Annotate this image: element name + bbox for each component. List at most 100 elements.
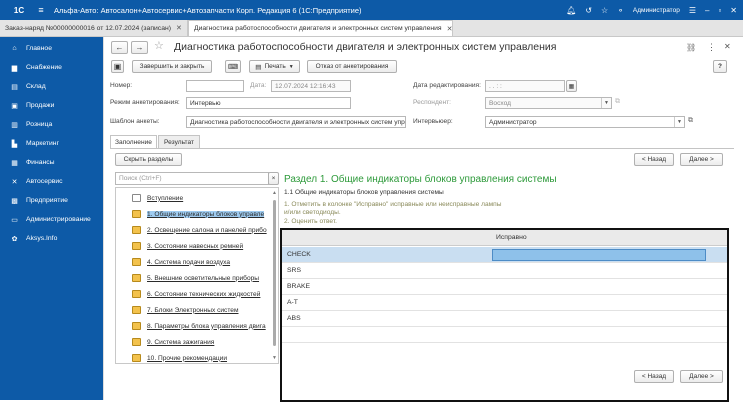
minimize-icon[interactable]: – bbox=[705, 6, 709, 15]
more-icon[interactable]: ⋮ bbox=[707, 42, 716, 53]
number-field[interactable] bbox=[186, 80, 244, 92]
selected-cell[interactable] bbox=[492, 249, 706, 261]
tab-result[interactable]: Результат bbox=[158, 135, 200, 148]
row-label: ABS bbox=[287, 315, 301, 322]
list-item[interactable]: 4. Система подачи воздуха bbox=[116, 254, 270, 270]
date-field: 12.07.2024 12:16:43 bbox=[271, 80, 351, 92]
template-field[interactable]: Диагностика работоспособности двигателя … bbox=[186, 116, 406, 128]
section-label: 4. Система подачи воздуха bbox=[147, 258, 231, 266]
sidebar-item-autoservice[interactable]: ✕ Автосервис bbox=[0, 172, 103, 191]
sidebar-item-enterprise[interactable]: ▩ Предприятие bbox=[0, 191, 103, 210]
settings-icon[interactable]: ☰ bbox=[689, 6, 696, 15]
folder-icon bbox=[132, 274, 141, 282]
scroll-up-icon[interactable]: ▲ bbox=[272, 190, 277, 196]
list-item[interactable]: 3. Состояние навесных ремней bbox=[116, 238, 270, 254]
tab-diagnostics[interactable]: Диагностика работоспособности двигателя … bbox=[188, 20, 453, 36]
close-tab-icon[interactable]: ✕ bbox=[176, 24, 182, 32]
sidebar-item-main[interactable]: ⌂ Главное bbox=[0, 39, 103, 58]
forward-nav-button-bottom[interactable]: Далее > bbox=[680, 370, 723, 383]
printer-icon: ▤ bbox=[255, 63, 262, 71]
close-form-icon[interactable]: ✕ bbox=[724, 42, 731, 51]
collapse-sections-button[interactable]: Скрыть разделы bbox=[115, 153, 182, 166]
mode-field[interactable]: Интервью bbox=[186, 97, 351, 109]
help-button[interactable]: ? bbox=[713, 60, 727, 73]
back-nav-button[interactable]: < Назад bbox=[634, 153, 674, 166]
forward-button[interactable]: → bbox=[131, 41, 148, 54]
edit-date-field[interactable]: . . : : bbox=[485, 80, 565, 92]
sidebar-item-aksys[interactable]: ✿ Aksys.Info bbox=[0, 229, 103, 248]
sidebar-item-warehouse[interactable]: ▤ Склад bbox=[0, 77, 103, 96]
sidebar-item-label: Предприятие bbox=[26, 197, 68, 204]
history-icon[interactable]: ↺ bbox=[585, 6, 592, 15]
forward-nav-button[interactable]: Далее > bbox=[680, 153, 723, 166]
print-button[interactable]: ▤ Печать ▼ bbox=[249, 60, 300, 73]
list-item[interactable]: 2. Освещение салона и панелей прибо bbox=[116, 222, 270, 238]
template-label: Шаблон анкеты: bbox=[110, 118, 160, 125]
menu-icon[interactable]: ≡ bbox=[34, 5, 48, 15]
close-icon[interactable]: ✕ bbox=[730, 6, 737, 15]
sidebar-item-label: Склад bbox=[26, 83, 46, 90]
section-label: 5. Внешние осветительные приборы bbox=[147, 274, 260, 282]
keyboard-icon[interactable]: ⌨ bbox=[225, 60, 241, 73]
tab-label: Диагностика работоспособности двигателя … bbox=[194, 25, 442, 32]
folder-icon bbox=[132, 306, 141, 314]
table-row[interactable]: CHECK bbox=[282, 247, 727, 263]
table-row[interactable]: BRAKE bbox=[282, 279, 727, 295]
title-bar: 1С ≡ Альфа-Авто: Автосалон+Автосервис+Ав… bbox=[0, 0, 743, 20]
link-icon[interactable]: ⛓ bbox=[686, 43, 696, 52]
star-icon[interactable]: ☆ bbox=[601, 6, 608, 15]
sidebar-item-administration[interactable]: ▭ Администрирование bbox=[0, 210, 103, 229]
back-button[interactable]: ← bbox=[111, 41, 128, 54]
list-item[interactable]: 6. Состояние технических жидкостей bbox=[116, 286, 270, 302]
folder-icon bbox=[132, 338, 141, 346]
favorite-icon[interactable]: ☆ bbox=[154, 39, 164, 52]
calendar-icon[interactable]: ▦ bbox=[566, 80, 577, 92]
table-row[interactable]: A-T bbox=[282, 295, 727, 311]
folder-icon bbox=[132, 242, 141, 250]
list-item[interactable]: Вступление bbox=[116, 190, 270, 206]
list-item[interactable]: 8. Параметры блока управления двига bbox=[116, 318, 270, 334]
search-input[interactable]: Поиск (Ctrl+F) bbox=[115, 172, 269, 185]
list-item[interactable]: 1. Общие индикаторы блоков управле bbox=[116, 206, 270, 222]
sidebar-item-sales[interactable]: ▣ Продажи bbox=[0, 96, 103, 115]
list-item[interactable]: 7. Блоки Электронных систем bbox=[116, 302, 270, 318]
save-close-button[interactable]: Завершить и закрыть bbox=[132, 60, 212, 73]
enterprise-icon: ▩ bbox=[11, 197, 18, 205]
sidebar-item-supply[interactable]: ▆ Снабжение bbox=[0, 58, 103, 77]
dropdown-icon[interactable]: ▼ bbox=[674, 117, 684, 127]
sidebar-item-retail[interactable]: ▥ Розница bbox=[0, 115, 103, 134]
wrench-icon: ✕ bbox=[11, 178, 18, 186]
list-item[interactable]: 10. Прочие рекомендации bbox=[116, 350, 270, 363]
sidebar-item-finance[interactable]: ▦ Финансы bbox=[0, 153, 103, 172]
folder-icon bbox=[132, 290, 141, 298]
table-row-empty bbox=[282, 327, 727, 343]
close-tab-icon[interactable]: ✕ bbox=[447, 25, 453, 33]
user-icon[interactable]: ⚬ bbox=[617, 6, 624, 15]
open-icon[interactable]: ⧉ bbox=[688, 117, 693, 125]
maximize-icon[interactable]: ▫ bbox=[718, 6, 721, 15]
table-row[interactable]: ABS bbox=[282, 311, 727, 327]
section-label: Вступление bbox=[147, 194, 184, 202]
clear-search-button[interactable]: × bbox=[268, 172, 279, 185]
scroll-thumb[interactable] bbox=[273, 200, 276, 346]
open-icon: ⧉ bbox=[615, 98, 620, 105]
refuse-survey-button[interactable]: Отказ от анкетирования bbox=[307, 60, 397, 73]
tab-order[interactable]: Заказ-наряд №00000000016 от 12.07.2024 (… bbox=[0, 20, 188, 36]
table-row[interactable]: SRS bbox=[282, 263, 727, 279]
scroll-down-icon[interactable]: ▼ bbox=[272, 355, 277, 361]
list-item[interactable]: 9. Система зажигания bbox=[116, 334, 270, 350]
user-name[interactable]: Администратор bbox=[633, 7, 680, 14]
aksys-icon: ✿ bbox=[11, 235, 18, 243]
app-logo: 1С bbox=[13, 5, 25, 15]
bell-icon[interactable]: 🔔︎ bbox=[566, 6, 576, 15]
tab-label: Заказ-наряд №00000000016 от 12.07.2024 (… bbox=[5, 24, 171, 32]
interviewer-field[interactable]: Администратор ▼ bbox=[485, 116, 685, 128]
sidebar-item-marketing[interactable]: ▙ Маркетинг bbox=[0, 134, 103, 153]
list-item[interactable]: 5. Внешние осветительные приборы bbox=[116, 270, 270, 286]
back-nav-button-bottom[interactable]: < Назад bbox=[634, 370, 674, 383]
document-tabs: Заказ-наряд №00000000016 от 12.07.2024 (… bbox=[0, 20, 743, 37]
sidebar-item-label: Главное bbox=[26, 45, 52, 52]
tab-filling[interactable]: Заполнение bbox=[110, 135, 157, 148]
sidebar-item-label: Продажи bbox=[26, 102, 55, 109]
save-icon[interactable]: ▣ bbox=[111, 60, 124, 73]
